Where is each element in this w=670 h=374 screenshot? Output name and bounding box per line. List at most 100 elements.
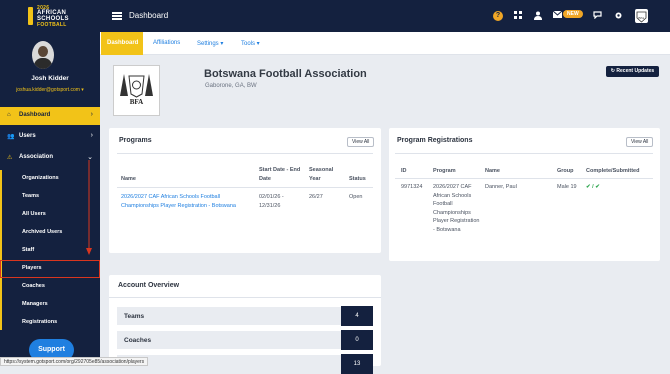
caret-down-icon: ▾ [81,87,84,93]
avatar[interactable] [32,41,54,69]
link-preview-statusbar: https://system.gotsport.com/org/292705e8… [0,357,149,366]
column-header: Name [485,168,500,174]
overview-label: Teams [124,313,145,320]
sidebar-subitem-organizations[interactable]: Organizations [0,170,100,188]
sidebar-item-dashboard[interactable]: ⌂ Dashboard › [0,107,100,125]
gear-icon[interactable] [613,11,623,21]
overview-row-players[interactable]: 13 [117,354,373,374]
sidebar-subitem-label: Managers [22,301,48,307]
column-header: Group [557,168,574,174]
divider [109,297,381,298]
annotation-arrow-icon [86,160,92,255]
registration-program: 2026/2027 CAF African Schools Football C… [433,184,480,233]
view-all-button[interactable]: View All [347,137,375,147]
sidebar-subitem-label: Organizations [22,175,59,181]
mail-icon[interactable] [552,10,562,21]
overview-count: 0 [341,330,373,350]
recent-updates-label: Recent Updates [616,68,655,74]
user-icon[interactable] [533,11,543,21]
sidebar: Josh Kidder joshua.kidder@gotsport.com ▾… [0,32,100,366]
overview-label: Coaches [124,337,152,344]
divider [395,153,653,154]
org-avatar[interactable]: BFA [635,9,648,23]
secondary-nav: Affiliations Settings ▾ Tools ▾ [100,32,670,55]
sidebar-subitem-label: Registrations [22,319,58,325]
players-highlight-box [0,260,100,278]
sidebar-subitem-label: All Users [22,211,46,217]
column-header: Seasonal Year [309,167,334,182]
tab-label: Settings [197,41,219,47]
overview-row-teams[interactable]: Teams 4 [117,306,373,326]
column-header: Status [349,176,366,182]
recent-updates-button[interactable]: ↻ Recent Updates [606,66,659,77]
grid-icon[interactable] [513,11,523,21]
new-badge: NEW [563,10,583,18]
program-dates: 02/01/26 - 12/31/26 [259,194,284,209]
sidebar-item-association[interactable]: ⚠ Association ⌄ [0,149,100,167]
tab-affiliations[interactable]: Affiliations [153,40,180,46]
app-logo[interactable]: 2026 AFRICAN SCHOOLS FOOTBALL [0,0,100,32]
zebra-crest-icon [120,74,153,98]
divider [395,178,653,179]
programs-card: Programs View All Name Start Date - End … [109,128,381,253]
registration-name: Danner, Paul [485,184,517,190]
sidebar-subitem-label: Coaches [22,283,45,289]
sidebar-subitem-archived-users[interactable]: Archived Users [0,224,100,242]
org-logo-text: BFA [129,98,144,106]
sidebar-subitem-staff[interactable]: Staff [0,242,100,260]
home-icon: ⌂ [7,112,11,118]
help-icon[interactable]: ? [493,11,503,21]
warning-icon: ⚠ [7,155,13,161]
sidebar-item-label: Association [19,154,54,160]
tab-dashboard[interactable]: Dashboard [101,32,143,55]
sidebar-subitem-registrations[interactable]: Registrations [0,314,100,332]
sidebar-item-label: Dashboard [19,112,51,118]
chevron-right-icon: › [90,111,93,118]
sidebar-subitem-label: Teams [22,193,40,199]
column-header: Program [433,168,456,174]
card-title: Programs [119,137,152,144]
card-title: Program Registrations [397,137,473,144]
card-title: Account Overview [118,282,180,289]
hamburger-menu-icon[interactable] [112,12,122,20]
tab-settings[interactable]: Settings ▾ [197,40,223,47]
column-header: ID [401,168,407,174]
column-header: Name [121,176,136,182]
completion-status: ✔ / ✔ [586,184,600,190]
registration-group: Male 19 [557,184,577,190]
program-registrations-card: Program Registrations View All ID Progra… [389,128,660,261]
profile-name: Josh Kidder [31,75,69,82]
page-title: Dashboard [129,11,169,20]
top-bar: 2026 AFRICAN SCHOOLS FOOTBALL Dashboard … [0,0,670,32]
sidebar-subitem-managers[interactable]: Managers [0,296,100,314]
sidebar-subitem-all-users[interactable]: All Users [0,206,100,224]
column-header: Start Date - End Date [259,167,301,182]
chat-icon[interactable] [592,11,602,21]
sidebar-subitem-label: Archived Users [22,229,63,235]
tab-label: Dashboard [107,40,139,46]
sidebar-subitem-teams[interactable]: Teams [0,188,100,206]
sidebar-item-users[interactable]: 👥 Users › [0,128,100,146]
tab-tools[interactable]: Tools ▾ [241,40,260,47]
chevron-right-icon: › [90,132,93,139]
registration-id: 9971324 [401,184,423,190]
profile-email: joshua.kidder@gotsport.com [16,87,80,93]
sidebar-subitem-label: Staff [22,247,35,253]
users-icon: 👥 [7,134,15,140]
program-link[interactable]: 2026/2027 CAF African Schools Football C… [121,193,245,210]
org-location: Gaborone, GA, BW [205,83,257,89]
caret-down-icon: ▾ [255,41,260,47]
org-name: Botswana Football Association [204,68,367,80]
svg-text:BFA: BFA [638,16,645,20]
sidebar-item-label: Users [19,133,36,139]
overview-count: 13 [341,354,373,374]
profile-email-dropdown[interactable]: joshua.kidder@gotsport.com ▾ [0,87,100,93]
org-logo: BFA [113,65,160,116]
overview-count: 4 [341,306,373,326]
program-status: Open [349,194,363,200]
program-year: 26/27 [309,194,323,200]
caret-down-icon: ▾ [218,41,224,47]
view-all-button[interactable]: View All [626,137,654,147]
sidebar-subitem-coaches[interactable]: Coaches [0,278,100,296]
overview-row-coaches[interactable]: Coaches 0 [117,330,373,350]
